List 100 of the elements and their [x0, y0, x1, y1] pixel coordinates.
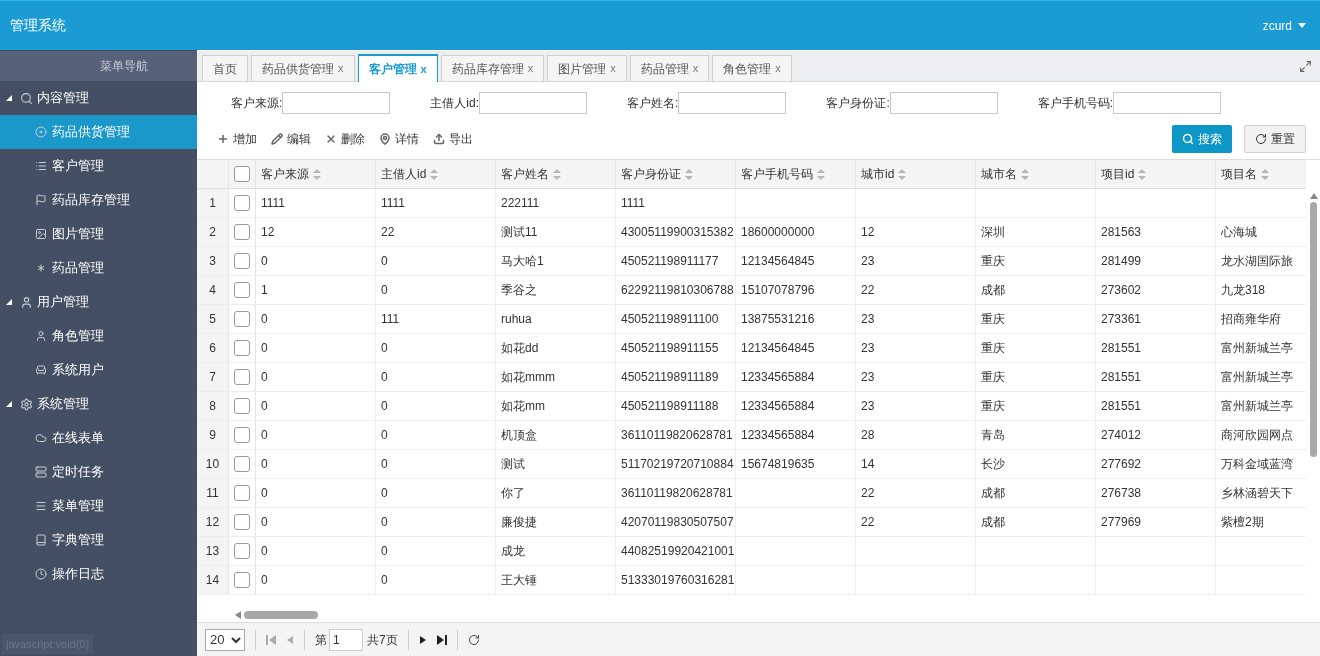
column-header[interactable]: 主借人id [376, 160, 496, 188]
sidebar-title: 菜单导航 [0, 51, 197, 81]
table-cell-text: 274012 [1101, 427, 1142, 444]
disc-icon [35, 126, 47, 138]
column-header[interactable]: 客户身份证 [616, 160, 736, 188]
table-cell-text: 15107078796 [741, 282, 815, 299]
row-checkbox[interactable] [234, 543, 250, 559]
row-checkbox[interactable] [234, 398, 250, 414]
next-page-icon[interactable] [418, 635, 427, 644]
table-cell-text: 12134564845 [741, 340, 815, 357]
menu-item[interactable]: 角色管理 [0, 319, 197, 353]
first-page-icon[interactable] [266, 634, 276, 645]
table-cell-text: 273602 [1101, 282, 1142, 299]
sort-icon[interactable] [1261, 168, 1269, 180]
scroll-left-arrow-icon[interactable] [234, 611, 242, 619]
menu-item[interactable]: 字典管理 [0, 523, 197, 557]
table-cell-text: 22 [861, 514, 875, 531]
row-checkbox[interactable] [234, 340, 250, 356]
page-total: 共7页 [367, 631, 398, 649]
tab[interactable]: 角色管理 x [712, 55, 792, 81]
sort-icon[interactable] [430, 168, 439, 180]
row-checkbox[interactable] [234, 311, 250, 327]
menu-group[interactable]: 用户管理 [0, 285, 197, 319]
menu-item[interactable]: 定时任务 [0, 455, 197, 489]
column-header[interactable]: 客户手机号码 [736, 160, 856, 188]
row-checkbox[interactable] [234, 282, 250, 298]
toolbar-button[interactable]: 增加 [217, 130, 257, 148]
tab[interactable]: 图片管理 x [547, 55, 627, 81]
table-cell-text: 276738 [1101, 485, 1142, 502]
column-header[interactable]: 客户来源 [256, 160, 376, 188]
search-field[interactable] [282, 92, 391, 114]
row-checkbox[interactable] [234, 514, 250, 530]
scroll-up-arrow-icon[interactable] [1309, 192, 1318, 200]
search-field[interactable] [678, 92, 787, 114]
sort-icon[interactable] [1138, 168, 1147, 180]
upload-icon [433, 133, 445, 145]
row-checkbox[interactable] [234, 369, 250, 385]
scrollbar-thumb[interactable] [244, 611, 318, 619]
scrollbar-thumb[interactable] [1310, 202, 1317, 457]
fullscreen-icon[interactable] [1299, 60, 1312, 73]
column-header[interactable]: 城市名 [976, 160, 1096, 188]
table-cell-text: ruhua [501, 311, 532, 328]
page-size-select[interactable]: 20 [205, 628, 245, 651]
reset-button[interactable]: 重置 [1244, 125, 1306, 153]
menu-item[interactable]: 药品库存管理 [0, 183, 197, 217]
menu-group[interactable]: 内容管理 [0, 81, 197, 115]
column-header[interactable]: 城市id [856, 160, 976, 188]
menu-item[interactable]: 客户管理 [0, 149, 197, 183]
search-field[interactable] [889, 92, 998, 114]
column-header[interactable]: 项目名 [1216, 160, 1320, 188]
table-cell-text: 0 [381, 514, 388, 531]
toolbar-button[interactable]: 删除 [325, 130, 365, 148]
table-cell-text: 0 [261, 427, 268, 444]
menu-item[interactable]: 系统用户 [0, 353, 197, 387]
tab[interactable]: 药品库存管理 x [440, 55, 545, 81]
tab[interactable]: 药品供货管理 x [251, 55, 355, 81]
search-field[interactable] [1113, 92, 1222, 114]
table-cell-text: 1111 [621, 195, 646, 212]
expand-triangle-icon [6, 299, 12, 305]
table-cell-text: 44082519920421001 [621, 543, 735, 560]
sort-icon[interactable] [817, 168, 825, 180]
sort-icon[interactable] [313, 168, 321, 180]
row-checkbox[interactable] [234, 166, 250, 182]
table-cell-text: 季谷之 [501, 282, 537, 299]
row-checkbox[interactable] [234, 427, 250, 443]
sort-icon[interactable] [553, 168, 561, 180]
toolbar-button[interactable]: 导出 [433, 130, 473, 148]
table-cell-text: 龙水湖国际旅 [1221, 253, 1293, 270]
tab[interactable]: 首页 [202, 55, 248, 81]
row-checkbox[interactable] [234, 485, 250, 501]
table-cell-text: 重庆 [981, 311, 1005, 328]
tab[interactable]: 药品管理 x [629, 55, 710, 81]
search-field[interactable] [479, 92, 588, 114]
refresh-icon[interactable] [467, 633, 480, 646]
table-cell-text: 12134564845 [741, 253, 815, 270]
row-checkbox[interactable] [234, 456, 250, 472]
table-cell-text: 23 [861, 369, 875, 386]
menu-item[interactable]: 图片管理 [0, 217, 197, 251]
column-header[interactable]: 客户姓名 [496, 160, 616, 188]
menu-item[interactable]: 在线表单 [0, 421, 197, 455]
toolbar-button[interactable]: 编辑 [271, 130, 311, 148]
menu-group[interactable]: 系统管理 [0, 387, 197, 421]
search-icon [20, 91, 33, 105]
row-checkbox[interactable] [234, 195, 250, 211]
page-number-field[interactable]: 1 [329, 628, 363, 651]
menu-item[interactable]: 操作日志 [0, 557, 197, 591]
table-cell-text: 成都 [981, 485, 1005, 502]
toolbar-button[interactable]: 详情 [379, 130, 419, 148]
row-checkbox[interactable] [234, 572, 250, 588]
sort-icon[interactable] [685, 168, 693, 180]
table-cell-text: 23 [861, 340, 875, 357]
sort-icon[interactable] [1021, 168, 1029, 180]
menu-item[interactable]: 药品管理 [0, 251, 197, 285]
last-page-icon[interactable] [436, 634, 447, 645]
row-checkbox[interactable] [234, 224, 250, 240]
column-header[interactable]: 项目id [1096, 160, 1216, 188]
row-checkbox[interactable] [234, 253, 250, 269]
sort-icon[interactable] [898, 168, 907, 180]
previous-page-icon[interactable] [286, 635, 294, 644]
menu-item[interactable]: 菜单管理 [0, 489, 197, 523]
